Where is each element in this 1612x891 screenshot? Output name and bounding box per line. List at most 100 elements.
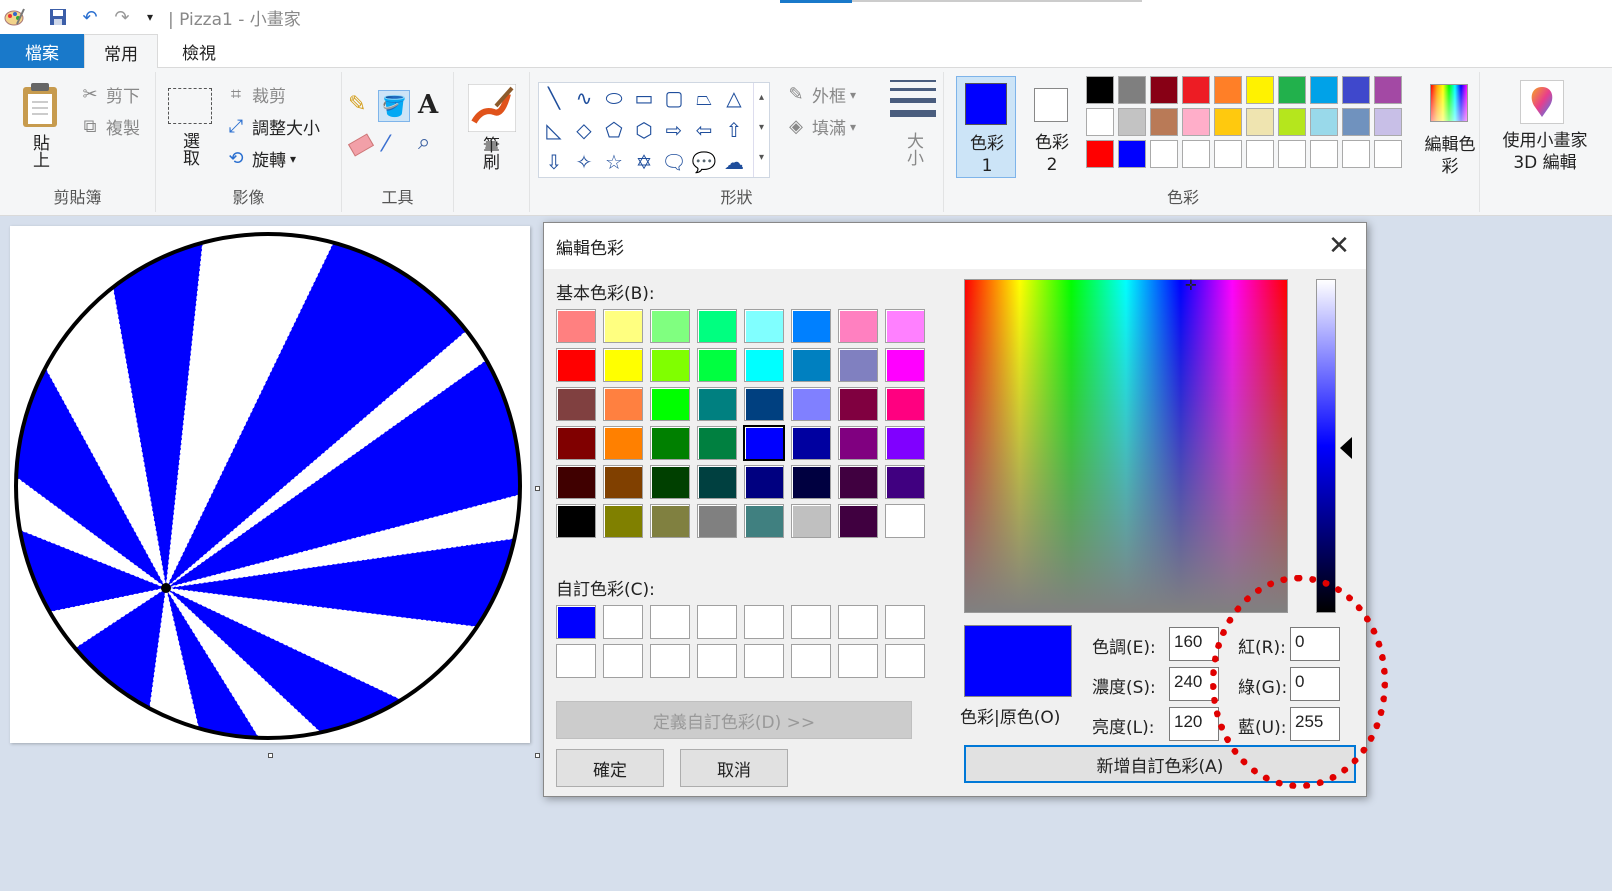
basic-color-cell[interactable] — [791, 309, 831, 343]
curve-shape-icon[interactable]: ∿ — [571, 85, 597, 111]
save-icon[interactable] — [46, 5, 70, 29]
custom-color-cell[interactable] — [791, 605, 831, 639]
rounded-rectangle-shape-icon[interactable]: ▢ — [661, 85, 687, 111]
luminance-slider[interactable] — [1316, 279, 1336, 613]
palette-swatch[interactable] — [1086, 140, 1114, 168]
color-picker-icon[interactable]: ⁄ — [384, 132, 388, 157]
palette-swatch[interactable] — [1374, 108, 1402, 136]
basic-color-cell[interactable] — [838, 504, 878, 538]
size-button[interactable]: 大小 — [884, 80, 940, 200]
palette-swatch[interactable] — [1278, 108, 1306, 136]
basic-color-cell[interactable] — [650, 426, 690, 460]
fill-button[interactable]: ◈ 填滿 ▾ — [784, 114, 856, 140]
resize-handle-corner[interactable] — [535, 753, 540, 758]
palette-swatch[interactable] — [1374, 76, 1402, 104]
tab-view[interactable]: 檢視 — [162, 34, 236, 68]
basic-color-cell[interactable] — [603, 387, 643, 421]
basic-color-cell[interactable] — [603, 348, 643, 382]
palette-swatch[interactable] — [1214, 76, 1242, 104]
luminance-arrow-icon[interactable] — [1340, 437, 1352, 459]
palette-swatch[interactable] — [1118, 140, 1146, 168]
basic-color-cell[interactable] — [603, 426, 643, 460]
edit-colors-button[interactable]: 編輯色彩 — [1420, 80, 1480, 190]
down-arrow-shape-icon[interactable]: ⇩ — [541, 149, 567, 175]
palette-swatch[interactable] — [1182, 76, 1210, 104]
custom-color-cell[interactable] — [791, 644, 831, 678]
custom-color-cell[interactable] — [697, 644, 737, 678]
basic-color-cell[interactable] — [885, 309, 925, 343]
diamond-shape-icon[interactable]: ◇ — [571, 117, 597, 143]
ok-button[interactable]: 確定 — [556, 749, 664, 787]
palette-swatch[interactable] — [1278, 140, 1306, 168]
basic-color-cell[interactable] — [885, 465, 925, 499]
basic-color-cell[interactable] — [603, 504, 643, 538]
basic-color-cell[interactable] — [791, 387, 831, 421]
oval-shape-icon[interactable]: ⬭ — [601, 85, 627, 111]
basic-color-cell[interactable] — [697, 387, 737, 421]
pentagon-shape-icon[interactable]: ⬠ — [601, 117, 627, 143]
paste-button[interactable]: 貼上 — [24, 134, 54, 168]
palette-swatch[interactable] — [1182, 108, 1210, 136]
basic-color-cell[interactable] — [650, 348, 690, 382]
palette-swatch[interactable] — [1310, 76, 1338, 104]
basic-color-cell[interactable] — [791, 348, 831, 382]
basic-color-cell[interactable] — [556, 465, 596, 499]
rect-callout-shape-icon[interactable]: 🗨 — [661, 149, 687, 175]
custom-color-cell[interactable] — [603, 644, 643, 678]
paste-icon[interactable] — [20, 82, 60, 132]
resize-handle-bottom[interactable] — [268, 753, 273, 758]
custom-color-cell[interactable] — [556, 644, 596, 678]
eraser-icon[interactable] — [347, 133, 375, 157]
hexagon-shape-icon[interactable]: ⬡ — [631, 117, 657, 143]
basic-color-cell[interactable] — [838, 309, 878, 343]
custom-color-cell[interactable] — [650, 644, 690, 678]
resize-handle-right[interactable] — [535, 486, 540, 491]
basic-color-cell[interactable] — [697, 309, 737, 343]
palette-swatch[interactable] — [1342, 108, 1370, 136]
custom-color-cell[interactable] — [697, 605, 737, 639]
basic-color-cell[interactable] — [885, 387, 925, 421]
shapes-gallery[interactable]: ╲ ∿ ⬭ ▭ ▢ ⏢ △ ◺ ◇ ⬠ ⬡ ⇨ ⇦ ⇧ ⇩ ✧ ☆ ✡ 🗨 💬 … — [538, 82, 770, 178]
cancel-button[interactable]: 取消 — [680, 749, 788, 787]
basic-color-cell[interactable] — [838, 348, 878, 382]
basic-color-cell[interactable] — [650, 309, 690, 343]
palette-swatch[interactable] — [1342, 76, 1370, 104]
basic-color-cell[interactable] — [791, 504, 831, 538]
custom-color-cell[interactable] — [838, 644, 878, 678]
triangle-shape-icon[interactable]: △ — [721, 85, 747, 111]
basic-color-cell[interactable] — [556, 387, 596, 421]
custom-color-cell[interactable] — [650, 605, 690, 639]
basic-color-cell[interactable] — [744, 465, 784, 499]
basic-color-cell[interactable] — [885, 504, 925, 538]
line-shape-icon[interactable]: ╲ — [541, 85, 567, 111]
palette-swatch[interactable] — [1150, 108, 1178, 136]
right-arrow-shape-icon[interactable]: ⇨ — [661, 117, 687, 143]
basic-color-cell[interactable] — [744, 387, 784, 421]
text-icon[interactable]: A — [418, 90, 438, 120]
custom-color-cell[interactable] — [556, 605, 596, 639]
customize-dropdown-icon[interactable]: ▾ — [138, 5, 162, 29]
basic-color-cell[interactable] — [744, 309, 784, 343]
palette-swatch[interactable] — [1214, 140, 1242, 168]
resize-button[interactable]: ⤢ 調整大小 — [224, 114, 320, 140]
basic-color-cell[interactable] — [556, 309, 596, 343]
copy-button[interactable]: ⧉ 複製 — [78, 114, 140, 140]
basic-color-cell[interactable] — [650, 504, 690, 538]
palette-swatch[interactable] — [1374, 140, 1402, 168]
tab-file[interactable]: 檔案 — [0, 34, 84, 68]
shapes-scroll[interactable]: ▴ ▾ ▾ — [753, 83, 769, 177]
drawing-canvas[interactable] — [10, 226, 530, 743]
custom-color-cell[interactable] — [885, 644, 925, 678]
basic-color-cell[interactable] — [697, 348, 737, 382]
rectangle-shape-icon[interactable]: ▭ — [631, 85, 657, 111]
left-arrow-shape-icon[interactable]: ⇦ — [691, 117, 717, 143]
brush-icon[interactable] — [467, 83, 517, 136]
basic-color-cell[interactable] — [838, 426, 878, 460]
custom-color-cell[interactable] — [603, 605, 643, 639]
basic-color-cell[interactable] — [791, 426, 831, 460]
five-point-star-shape-icon[interactable]: ☆ — [601, 149, 627, 175]
rotate-button[interactable]: ⟲ 旋轉 ▾ — [224, 146, 296, 172]
custom-color-cell[interactable] — [744, 644, 784, 678]
close-icon[interactable]: ✕ — [1324, 231, 1354, 261]
undo-icon[interactable]: ↶ — [78, 5, 102, 29]
